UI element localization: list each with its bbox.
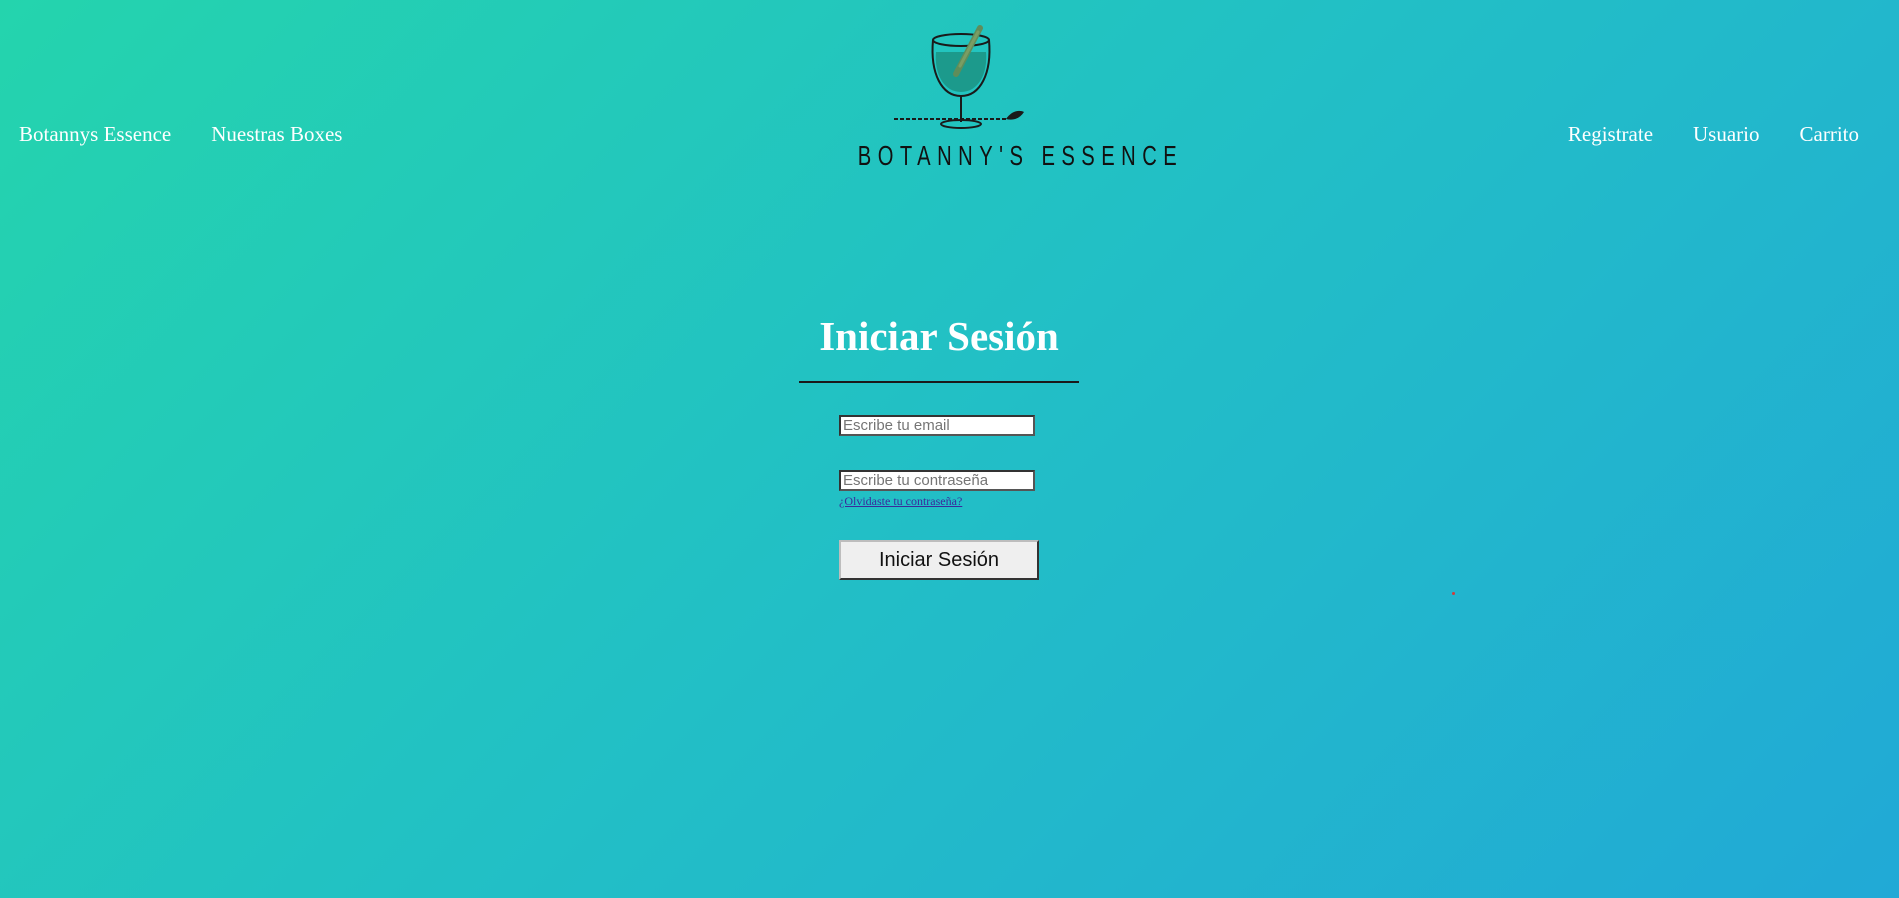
nav-link-registrate[interactable]: Registrate [1568,122,1653,147]
password-field[interactable] [839,470,1035,491]
login-button[interactable]: Iniciar Sesión [839,540,1039,580]
nav-right: Registrate Usuario Carrito [1568,122,1859,147]
nav-link-usuario[interactable]: Usuario [1693,122,1760,147]
brand-logo[interactable]: BOTANNY'S ESSENCE [820,22,1184,182]
nav-link-carrito[interactable]: Carrito [1800,122,1859,147]
cursor-dot [1452,592,1455,595]
logo-wordmark: BOTANNY'S ESSENCE [857,140,1184,171]
cocktail-glass-icon [894,25,1024,129]
nav-link-botannys-essence[interactable]: Botannys Essence [19,122,171,147]
login-title: Iniciar Sesión [819,313,1059,359]
email-field[interactable] [839,415,1035,436]
forgot-password-link[interactable]: ¿Olvidaste tu contraseña? [839,494,962,509]
nav-left: Botannys Essence Nuestras Boxes [19,122,342,147]
title-divider [799,381,1079,383]
nav-link-nuestras-boxes[interactable]: Nuestras Boxes [211,122,342,147]
